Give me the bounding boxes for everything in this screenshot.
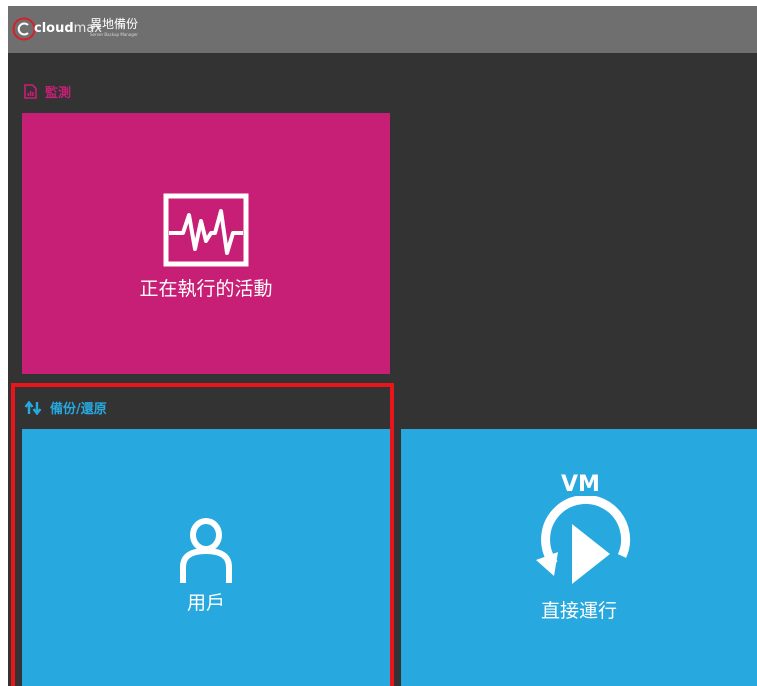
run-direct-tile[interactable]: VM 直接運行 <box>401 429 757 686</box>
top-bar: cloudmax 異地備份 Server Backup Manager <box>8 6 757 53</box>
up-down-arrows-icon <box>24 400 42 415</box>
section-title-backup: 備份/還原 <box>50 402 107 417</box>
active-jobs-label: 正在執行的活動 <box>139 278 273 300</box>
vm-play-icon <box>536 496 631 584</box>
section-header-monitor: 監測 <box>24 82 71 101</box>
brand-name-bold: cloud <box>34 21 74 36</box>
users-label: 用戶 <box>186 592 225 614</box>
cloudmax-logo-icon <box>12 17 36 41</box>
vm-badge: VM <box>561 472 600 497</box>
users-tile[interactable]: 用戶 <box>22 429 390 686</box>
heartbeat-monitor-icon <box>163 193 249 267</box>
section-title-monitor: 監測 <box>45 86 72 101</box>
brand-chinese-name: 異地備份 <box>90 17 139 31</box>
section-header-backup: 備份/還原 <box>24 398 107 417</box>
app-window: cloudmax 異地備份 Server Backup Manager 監測 正… <box>8 6 757 686</box>
run-direct-label: 直接運行 <box>540 600 617 622</box>
brand-subtitle: Server Backup Manager <box>90 32 138 37</box>
document-chart-icon <box>24 84 37 99</box>
active-jobs-tile[interactable]: 正在執行的活動 <box>22 113 390 374</box>
user-icon <box>180 518 232 583</box>
